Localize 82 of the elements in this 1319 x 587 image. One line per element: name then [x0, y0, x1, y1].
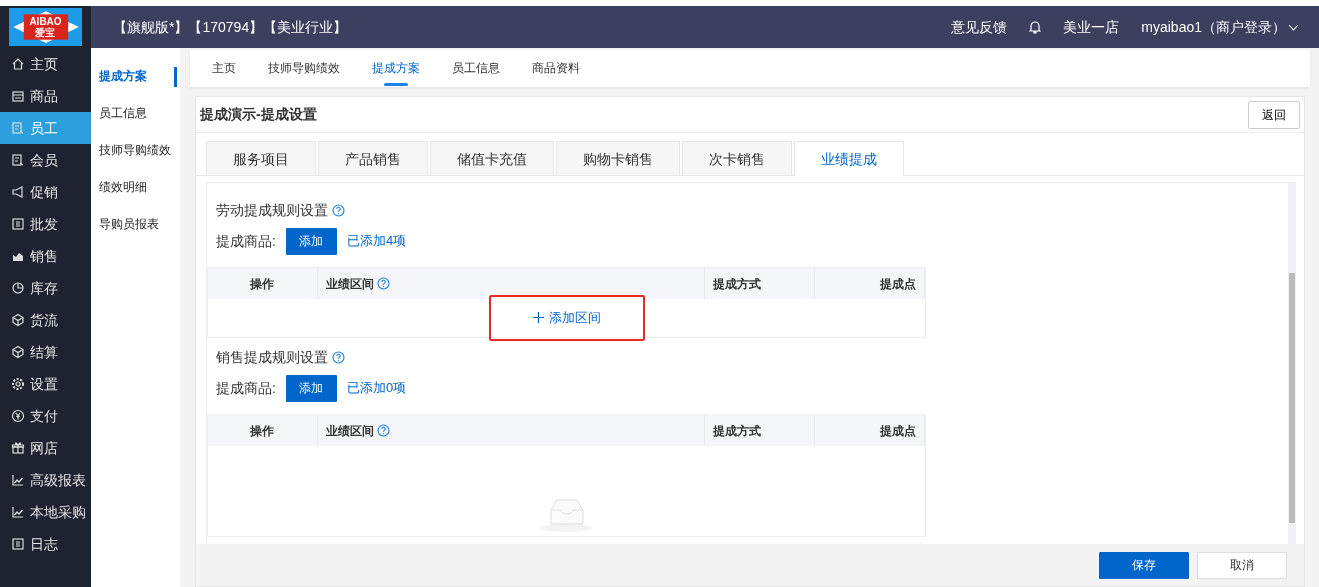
subnav-item[interactable]: 技师导购绩效 [91, 138, 180, 175]
bell-icon[interactable] [1029, 20, 1042, 34]
sidebar-item[interactable]: 库存 [0, 272, 91, 304]
sidebar-item[interactable]: 结算 [0, 336, 91, 368]
subnav-item[interactable]: 提成方案 [91, 64, 180, 101]
empty-tray-icon [538, 496, 595, 532]
sidebar-item[interactable]: 促销 [0, 176, 91, 208]
column-header: 提成方式 [705, 268, 816, 299]
category-tab[interactable]: 购物卡销售 [556, 141, 680, 175]
header-title: 【旗舰版*】【170794】【美业行业】 [113, 17, 348, 37]
column-header: 业绩区间 [325, 422, 374, 440]
field-label: 提成商品: [216, 378, 276, 398]
sidebar-item[interactable]: 货流 [0, 304, 91, 336]
store-name[interactable]: 美业一店 [1063, 16, 1120, 38]
added-count-link[interactable]: 已添加0项 [346, 378, 407, 398]
subnav-item[interactable]: 员工信息 [91, 101, 180, 138]
help-icon[interactable] [376, 277, 390, 290]
logo-text: AIBAO [29, 16, 62, 27]
sidebar-item[interactable]: 支付 [0, 400, 91, 432]
nav-tab[interactable]: 提成方案 [356, 50, 436, 87]
help-icon[interactable] [376, 424, 390, 437]
added-count-link[interactable]: 已添加4项 [346, 231, 407, 251]
nav-tab[interactable]: 技师导购绩效 [252, 50, 356, 87]
cancel-button[interactable]: 取消 [1197, 551, 1287, 579]
sidebar-item[interactable]: 商品 [0, 80, 91, 112]
column-header: 操作 [208, 268, 318, 299]
sidebar-item[interactable]: 本地采购 [0, 496, 91, 528]
add-button[interactable]: 添加 [285, 374, 337, 402]
save-button[interactable]: 保存 [1099, 551, 1189, 579]
field-label: 提成商品: [216, 231, 276, 251]
section-title: 劳动提成规则设置 [216, 200, 328, 220]
nav-tab[interactable]: 员工信息 [436, 50, 516, 87]
add-range-button[interactable]: 添加区间 [488, 294, 645, 341]
line-chart-icon [11, 473, 25, 487]
pie-chart-icon [11, 281, 25, 295]
id-card-icon [11, 121, 25, 135]
megaphone-icon [11, 185, 25, 199]
add-button[interactable]: 添加 [285, 227, 337, 255]
section-title: 销售提成规则设置 [216, 347, 328, 367]
box-icon [11, 89, 25, 103]
help-icon[interactable] [332, 203, 345, 217]
subnav-item[interactable]: 导购员报表 [91, 212, 180, 249]
id-card-icon [11, 153, 25, 167]
sidebar-item[interactable]: 销售 [0, 240, 91, 272]
column-header: 业绩区间 [325, 275, 374, 293]
category-tab[interactable]: 业绩提成 [794, 141, 904, 176]
cube-icon [11, 345, 25, 359]
sidebar-item[interactable]: 会员 [0, 144, 91, 176]
category-tab[interactable]: 储值卡充值 [430, 141, 554, 175]
gift-icon [11, 441, 25, 455]
user-menu[interactable]: myaibao1（商户登录） [1141, 16, 1299, 38]
sidebar-item[interactable]: 日志 [0, 528, 91, 560]
page-title: 提成演示-提成设置 [200, 106, 317, 123]
category-tab[interactable]: 服务项目 [206, 141, 316, 175]
nav-tab[interactable]: 主页 [196, 50, 252, 87]
document-icon [11, 217, 25, 231]
column-header: 提成点 [815, 268, 925, 299]
line-chart-icon [11, 505, 25, 519]
home-icon [11, 57, 25, 71]
sidebar-item[interactable]: 高级报表 [0, 464, 91, 496]
column-header: 操作 [208, 415, 318, 446]
scrollbar[interactable] [1288, 183, 1296, 544]
subnav-item[interactable]: 绩效明细 [91, 175, 180, 212]
column-header: 提成点 [815, 415, 925, 446]
nav-tab[interactable]: 商品资料 [516, 50, 596, 87]
category-tab[interactable]: 产品销售 [318, 141, 428, 175]
sidebar-item[interactable]: 批发 [0, 208, 91, 240]
yen-coin-icon [11, 409, 25, 423]
column-header: 提成方式 [705, 415, 816, 446]
help-icon[interactable] [332, 350, 345, 364]
sidebar-item[interactable]: 设置 [0, 368, 91, 400]
sidebar-item[interactable]: 网店 [0, 432, 91, 464]
back-button[interactable]: 返回 [1248, 100, 1300, 129]
category-tab[interactable]: 次卡销售 [682, 141, 792, 175]
chevron-down-icon [1288, 23, 1299, 31]
sidebar-item[interactable]: 主页 [0, 48, 91, 80]
plus-icon [532, 311, 544, 323]
feedback-link[interactable]: 意见反馈 [951, 16, 1008, 38]
logo-subtext: 爱宝 [34, 27, 57, 38]
cube-icon [11, 313, 25, 327]
document-icon [11, 537, 25, 551]
settings-icon [11, 377, 25, 391]
